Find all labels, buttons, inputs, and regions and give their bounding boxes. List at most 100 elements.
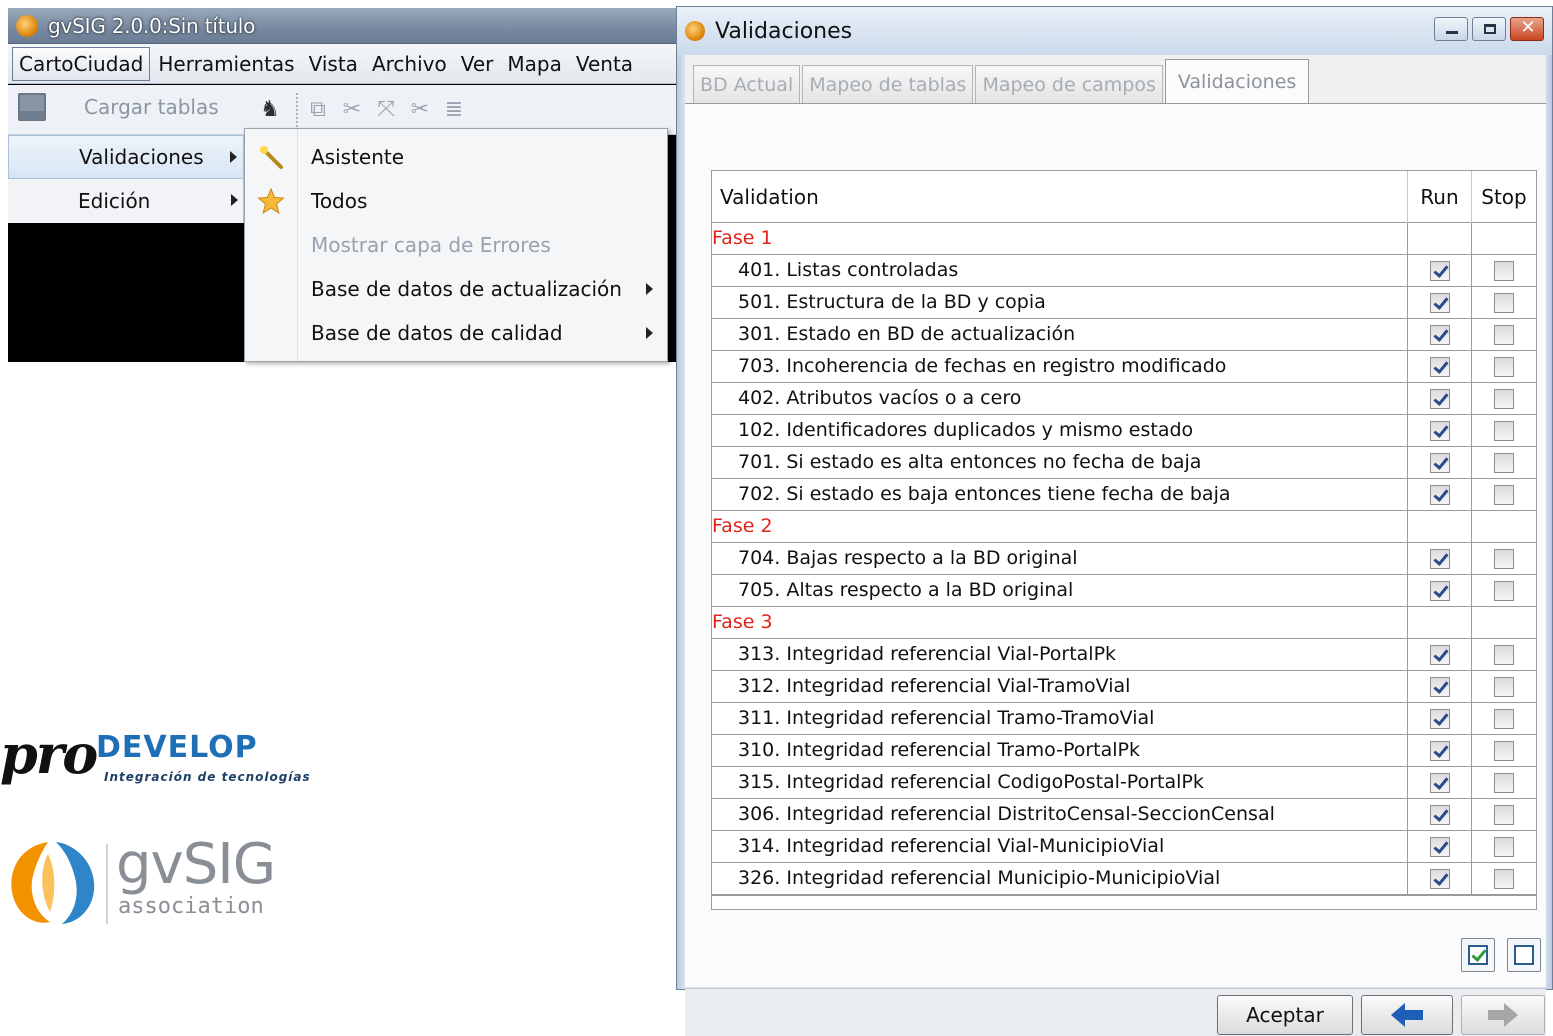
menu-item-edicion[interactable]: Edición — [8, 179, 244, 223]
run-checkbox[interactable] — [1429, 484, 1450, 505]
stop-checkbox[interactable] — [1494, 740, 1514, 761]
table-row[interactable]: 501. Estructura de la BD y copia — [712, 286, 1536, 319]
validaciones-dialog: Validaciones ✕ BD Actual Mapeo de tablas… — [676, 6, 1553, 1036]
stop-cell — [1472, 255, 1536, 287]
run-checkbox[interactable] — [1429, 548, 1450, 569]
stop-checkbox[interactable] — [1494, 836, 1514, 857]
table-row[interactable]: 401. Listas controladas — [712, 254, 1536, 287]
menu-vista[interactable]: Vista — [303, 48, 364, 80]
menu-item-asistente[interactable]: Asistente — [245, 135, 667, 179]
table-row[interactable]: 102. Identificadores duplicados y mismo … — [712, 414, 1536, 447]
cut-icon[interactable]: ✂ — [338, 97, 366, 123]
menu-herramientas[interactable]: Herramientas — [152, 48, 300, 80]
run-checkbox[interactable] — [1429, 356, 1450, 377]
run-checkbox[interactable] — [1429, 868, 1450, 889]
menu-archivo[interactable]: Archivo — [366, 48, 453, 80]
back-button[interactable] — [1361, 995, 1453, 1035]
validations-table: Validation Run Stop Fase 1 401. Listas co… — [711, 170, 1537, 910]
cargar-tablas-item[interactable]: Cargar tablas — [18, 93, 219, 121]
stop-checkbox[interactable] — [1494, 676, 1514, 697]
run-checkbox[interactable] — [1429, 324, 1450, 345]
table-row[interactable]: 326. Integridad referencial Municipio-Mu… — [712, 862, 1536, 895]
main-window-title: gvSIG 2.0.0:Sin título — [48, 13, 256, 38]
table-row[interactable]: 705. Altas respecto a la BD original — [712, 574, 1536, 607]
run-checkbox[interactable] — [1429, 292, 1450, 313]
table-bottom-line — [712, 895, 1536, 896]
run-checkbox[interactable] — [1429, 580, 1450, 601]
stop-checkbox[interactable] — [1494, 868, 1514, 889]
column-header-stop[interactable]: Stop — [1472, 171, 1536, 223]
menu-cartociudad[interactable]: CartoCiudad — [12, 46, 151, 81]
close-button[interactable]: ✕ — [1510, 17, 1544, 41]
run-checkbox[interactable] — [1429, 260, 1450, 281]
menu-item-bd-calidad[interactable]: Base de datos de calidad — [245, 311, 667, 355]
select-none-button[interactable] — [1507, 938, 1541, 972]
column-header-run[interactable]: Run — [1408, 171, 1472, 223]
minimize-button[interactable] — [1434, 17, 1468, 41]
menu-ventana[interactable]: Venta — [570, 48, 639, 80]
table-row[interactable]: 704. Bajas respecto a la BD original — [712, 542, 1536, 575]
table-row[interactable]: 701. Si estado es alta entonces no fecha… — [712, 446, 1536, 479]
stop-checkbox[interactable] — [1494, 548, 1514, 569]
select-all-button[interactable] — [1461, 938, 1495, 972]
run-checkbox[interactable] — [1429, 772, 1450, 793]
table-row[interactable]: 313. Integridad referencial Vial-PortalP… — [712, 638, 1536, 671]
table-row[interactable]: 402. Atributos vacíos o a cero — [712, 382, 1536, 415]
copy-icon[interactable]: ⧉ — [304, 97, 332, 123]
stop-checkbox[interactable] — [1494, 324, 1514, 345]
stop-cell — [1472, 639, 1536, 671]
stop-checkbox[interactable] — [1494, 356, 1514, 377]
menu-ver[interactable]: Ver — [455, 48, 500, 80]
stop-checkbox[interactable] — [1494, 804, 1514, 825]
table-row[interactable]: 301. Estado en BD de actualización — [712, 318, 1536, 351]
stop-checkbox[interactable] — [1494, 580, 1514, 601]
column-header-validation[interactable]: Validation — [712, 171, 1408, 223]
table-row[interactable]: 310. Integridad referencial Tramo-Portal… — [712, 734, 1536, 767]
cursor-icon[interactable]: ♞ — [256, 97, 284, 123]
table-row[interactable]: 311. Integridad referencial Tramo-TramoV… — [712, 702, 1536, 735]
stop-cell — [1472, 287, 1536, 319]
run-checkbox[interactable] — [1429, 388, 1450, 409]
run-checkbox[interactable] — [1429, 420, 1450, 441]
table-row[interactable]: 312. Integridad referencial Vial-TramoVi… — [712, 670, 1536, 703]
menu-item-todos[interactable]: Todos — [245, 179, 667, 223]
table-row[interactable]: 315. Integridad referencial CodigoPostal… — [712, 766, 1536, 799]
run-checkbox[interactable] — [1429, 676, 1450, 697]
stop-checkbox[interactable] — [1494, 292, 1514, 313]
tab-mapeo-tablas[interactable]: Mapeo de tablas — [802, 65, 974, 103]
table-row[interactable]: 306. Integridad referencial DistritoCens… — [712, 798, 1536, 831]
stop-checkbox[interactable] — [1494, 452, 1514, 473]
run-checkbox[interactable] — [1429, 836, 1450, 857]
scale-icon[interactable]: ⤧ — [372, 97, 400, 123]
tab-bd-actual[interactable]: BD Actual — [693, 65, 801, 103]
menu-item-validaciones[interactable]: Validaciones — [8, 135, 244, 179]
align-icon[interactable]: ≣ — [440, 97, 468, 123]
stop-checkbox[interactable] — [1494, 388, 1514, 409]
table-row[interactable]: 702. Si estado es baja entonces tiene fe… — [712, 478, 1536, 511]
stop-checkbox[interactable] — [1494, 644, 1514, 665]
validation-label: 703. Incoherencia de fechas en registro … — [712, 350, 1408, 383]
menu-mapa[interactable]: Mapa — [501, 48, 567, 80]
stop-checkbox[interactable] — [1494, 484, 1514, 505]
run-cell — [1408, 638, 1472, 671]
run-checkbox[interactable] — [1429, 804, 1450, 825]
run-checkbox[interactable] — [1429, 644, 1450, 665]
tab-mapeo-campos[interactable]: Mapeo de campos — [975, 65, 1163, 103]
menu-item-bd-calidad-label: Base de datos de calidad — [311, 321, 563, 345]
split-icon[interactable]: ✂ — [406, 97, 434, 123]
dialog-frame-left — [677, 55, 685, 989]
table-row[interactable]: 314. Integridad referencial Vial-Municip… — [712, 830, 1536, 863]
run-cell — [1408, 318, 1472, 351]
maximize-button[interactable] — [1472, 17, 1506, 41]
run-checkbox[interactable] — [1429, 708, 1450, 729]
stop-checkbox[interactable] — [1494, 260, 1514, 281]
run-checkbox[interactable] — [1429, 452, 1450, 473]
tab-validaciones[interactable]: Validaciones — [1164, 59, 1310, 103]
stop-checkbox[interactable] — [1494, 772, 1514, 793]
table-row[interactable]: 703. Incoherencia de fechas en registro … — [712, 350, 1536, 383]
stop-checkbox[interactable] — [1494, 420, 1514, 441]
run-checkbox[interactable] — [1429, 740, 1450, 761]
accept-button[interactable]: Aceptar — [1217, 995, 1353, 1035]
stop-checkbox[interactable] — [1494, 708, 1514, 729]
menu-item-bd-actualizacion[interactable]: Base de datos de actualización — [245, 267, 667, 311]
